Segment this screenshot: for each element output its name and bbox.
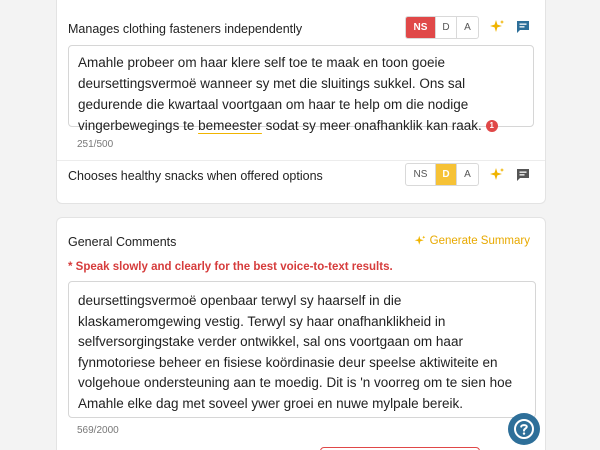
char-counter: 569/2000 (77, 425, 119, 436)
rating-a[interactable]: A (457, 17, 478, 38)
rating-d[interactable]: D (436, 17, 457, 38)
rating-ns[interactable]: NS (406, 164, 436, 185)
issue-count-badge[interactable]: 1 (485, 120, 498, 133)
char-counter: 251/500 (77, 139, 114, 150)
comment-icon[interactable] (514, 18, 532, 36)
rating-selector: NS D A (405, 163, 479, 186)
voice-warning: * Speak slowly and clearly for the best … (68, 261, 393, 273)
comment-icon[interactable] (514, 166, 532, 184)
skill-label: Manages clothing fasteners independently (68, 22, 303, 36)
general-comments-input[interactable]: deursettingsvermoë openbaar terwyl sy ha… (68, 281, 536, 418)
rating-d[interactable]: D (436, 164, 457, 185)
general-comments-card: General Comments Generate Summary * Spea… (56, 217, 546, 450)
skills-card: Manages clothing fasteners independently… (56, 0, 546, 204)
sparkle-icon[interactable] (488, 166, 506, 184)
rating-ns[interactable]: NS (406, 17, 436, 38)
rating-selector: NS D A (405, 16, 479, 39)
generate-summary-label: Generate Summary (429, 235, 530, 247)
help-button[interactable] (508, 413, 540, 445)
section-title: General Comments (68, 235, 177, 249)
comment-text-end: sodat sy meer onafhanklik kan raak. (261, 118, 482, 133)
rating-a[interactable]: A (457, 164, 478, 185)
divider (57, 160, 545, 161)
sparkle-icon[interactable] (488, 18, 506, 36)
help-icon (514, 419, 534, 439)
skill-comment-input[interactable]: Amahle probeer om haar klere self toe te… (68, 45, 534, 133)
generate-summary-button[interactable]: Generate Summary (414, 235, 530, 247)
sparkle-icon (414, 235, 426, 247)
spelling-flagged-word[interactable]: bemeester (198, 118, 262, 133)
skill-label: Chooses healthy snacks when offered opti… (68, 169, 323, 183)
